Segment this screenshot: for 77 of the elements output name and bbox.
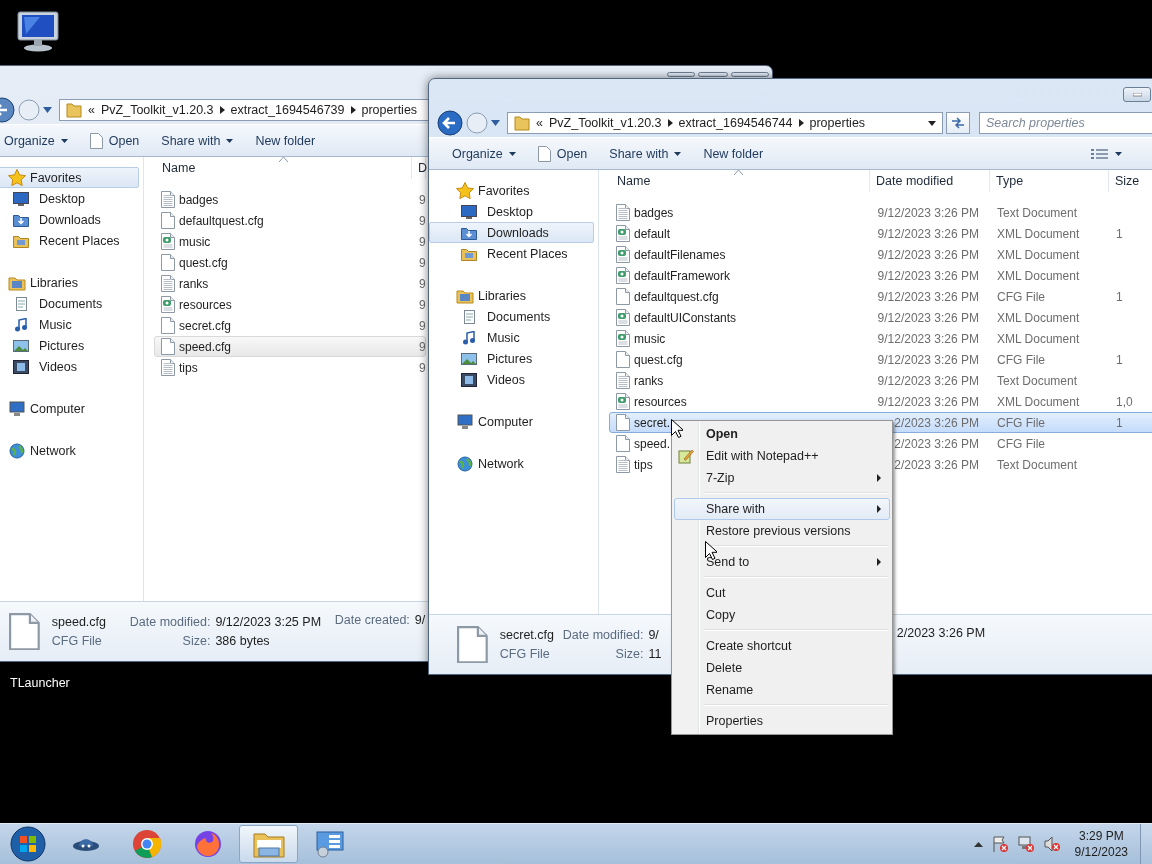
details-value: 386 bytes [215, 634, 271, 648]
date-cell: 9/12/2023 3:26 PM [877, 268, 979, 283]
details-label: Size: [181, 634, 211, 648]
details-value: 11 [648, 647, 663, 661]
file-name: defaultquest.cfg [179, 213, 264, 228]
file-name: badges [634, 205, 674, 220]
date-cell: 9 [419, 276, 426, 291]
type-cell: CFG File [997, 436, 1045, 451]
type-cell: Text Document [997, 457, 1078, 472]
file-name: ranks [634, 373, 664, 388]
file-name: defaultFramework [634, 268, 731, 283]
date-cell: 9 [419, 234, 426, 249]
details-label: Date created: [334, 613, 410, 627]
file-name: defaultUIConstants [634, 310, 737, 325]
file-name: defaultquest.cfg [634, 289, 719, 304]
details-label: Size: [614, 647, 644, 661]
date-cell: 9/12/2023 3:26 PM [877, 247, 979, 262]
size-cell: 1 [1116, 226, 1123, 241]
details-label: Date modified: [562, 628, 644, 642]
type-cell: XML Document [997, 226, 1080, 241]
details-name: speed.cfg [51, 615, 107, 629]
type-cell: XML Document [997, 247, 1080, 262]
details-value: 9/ [414, 613, 426, 627]
size-cell: 1,0 [1116, 394, 1133, 409]
type-cell: Text Document [997, 205, 1078, 220]
file-name: tips [634, 457, 653, 472]
file-name: tips [179, 360, 198, 375]
date-cell: 9/12/2023 3:26 PM [877, 394, 979, 409]
details-type: CFG File [499, 647, 551, 661]
details-type: CFG File [51, 634, 103, 648]
date-cell: 2/2023 3:26 PM [894, 415, 979, 430]
type-cell: CFG File [997, 415, 1045, 430]
date-cell: 9/12/2023 3:26 PM [877, 205, 979, 220]
file-name: quest.cfg [179, 255, 228, 270]
type-cell: CFG File [997, 289, 1045, 304]
file-name: badges [179, 192, 219, 207]
file-name: resources [179, 297, 232, 312]
file-name: speed.cfg [179, 339, 232, 354]
date-cell: 9 [419, 255, 426, 270]
date-cell: 9/12/2023 3:26 PM [877, 373, 979, 388]
file-name: music [179, 234, 211, 249]
date-cell: 9/12/2023 3:26 PM [877, 331, 979, 346]
type-cell: XML Document [997, 268, 1080, 283]
date-cell: 9/12/2023 3:26 PM [877, 352, 979, 367]
date-cell: 9/12/2023 3:26 PM [877, 289, 979, 304]
size-cell: 1 [1116, 352, 1123, 367]
details-name: secret.cfg [499, 628, 555, 642]
file-name: secret.cfg [179, 318, 232, 333]
details-value: 9/12/2023 3:25 PM [215, 615, 323, 629]
file-name: music [634, 331, 666, 346]
file-name: defaultFilenames [634, 247, 726, 262]
type-cell: XML Document [997, 310, 1080, 325]
date-cell: 2/2023 3:26 PM [894, 436, 979, 451]
date-cell: 9 [419, 213, 426, 228]
date-cell: 9 [419, 318, 426, 333]
file-name: secret. [634, 415, 670, 430]
date-cell: 9 [419, 339, 426, 354]
date-cell: 9 [419, 360, 426, 375]
file-name: resources [634, 394, 687, 409]
file-name: quest.cfg [634, 352, 683, 367]
type-cell: Text Document [997, 373, 1078, 388]
file-name: speed. [634, 436, 671, 451]
file-name: ranks [179, 276, 209, 291]
details-value: 2/2023 3:26 PM [896, 626, 986, 640]
details-value: 9/ [648, 628, 660, 642]
date-cell: 9 [419, 297, 426, 312]
date-cell: 9/12/2023 3:26 PM [877, 310, 979, 325]
date-cell: 9/12/2023 3:26 PM [877, 226, 979, 241]
type-cell: XML Document [997, 394, 1080, 409]
date-cell: 2/2023 3:26 PM [894, 457, 979, 472]
details-label: Date modified: [129, 615, 211, 629]
type-cell: CFG File [997, 352, 1045, 367]
date-cell: 9 [419, 192, 426, 207]
size-cell: 1 [1116, 415, 1123, 430]
type-cell: XML Document [997, 331, 1080, 346]
size-cell: 1 [1116, 289, 1123, 304]
file-name: default [634, 226, 671, 241]
